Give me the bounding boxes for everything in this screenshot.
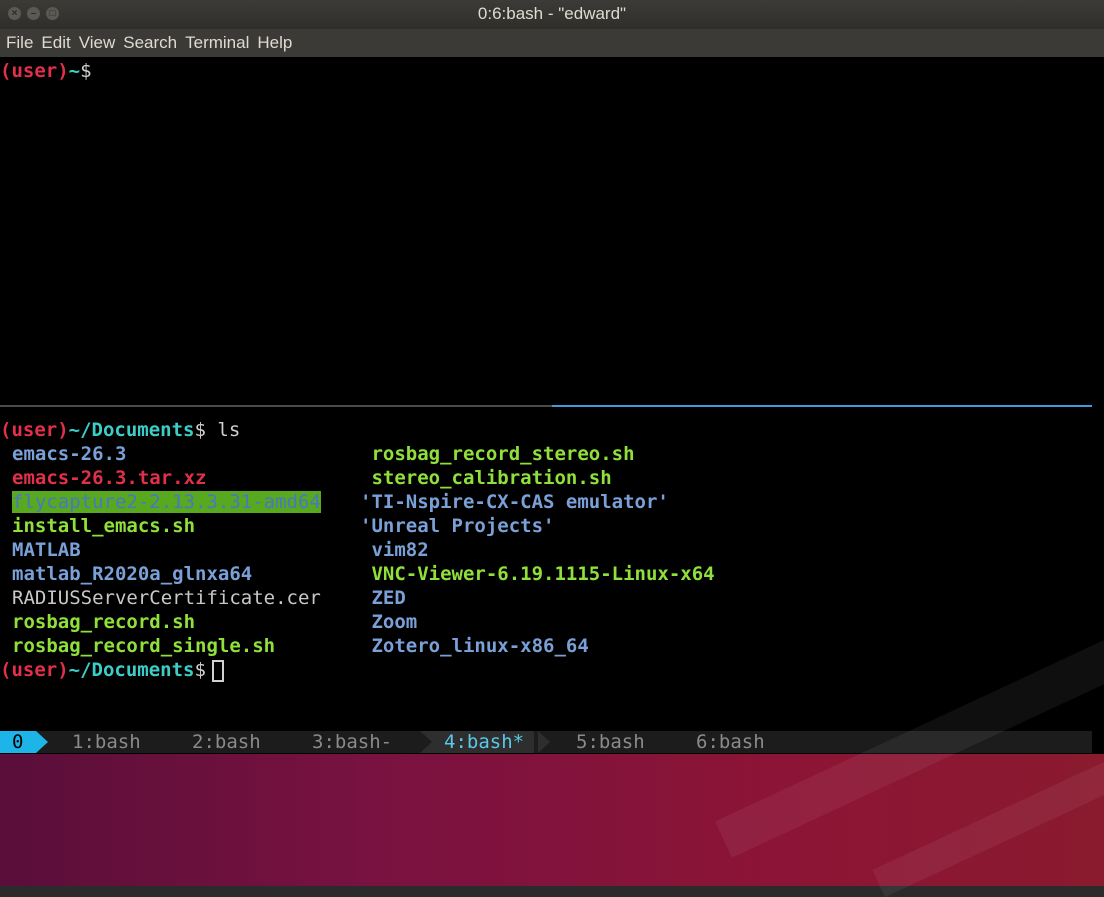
file-entry: Zoom <box>360 610 417 634</box>
file-entry: Zotero_linux-x86_64 <box>360 634 589 658</box>
file-name: stereo_calibration.sh <box>360 467 612 489</box>
desktop-background <box>0 610 1104 897</box>
tmux-window-tab[interactable]: 4:bash* <box>420 731 535 753</box>
terminal-area[interactable]: (user)~$ (user)~/Documents$ ls emacs-26.… <box>0 57 1104 754</box>
menu-view[interactable]: View <box>73 33 116 53</box>
file-entry: rosbag_record_single.sh <box>12 634 275 658</box>
file-entry: VNC-Viewer-6.19.1115-Linux-x64 <box>360 562 715 586</box>
file-name: flycapture2-2.13.3.31-amd64 <box>12 491 321 513</box>
pane-divider[interactable] <box>0 405 552 407</box>
file-name: install_emacs.sh <box>12 515 196 537</box>
file-name: rosbag_record_single.sh <box>12 635 276 657</box>
prompt-path: ~ <box>68 60 81 82</box>
file-name: Zotero_linux-x86_64 <box>360 635 589 657</box>
file-name: MATLAB <box>12 539 81 561</box>
command-text: ls <box>205 419 241 441</box>
file-name: matlab_R2020a_glnxa64 <box>12 563 253 585</box>
file-entry: ZED <box>360 586 406 610</box>
top-pane-prompt: (user)~$ <box>0 59 92 83</box>
file-name: rosbag_record_stereo.sh <box>360 443 635 465</box>
file-entry: 'Unreal Projects' <box>360 514 554 538</box>
tmux-window-tab[interactable]: 5:bash <box>576 731 645 753</box>
menu-search[interactable]: Search <box>117 33 177 53</box>
session-badge: 0 <box>0 731 36 753</box>
prompt-path: ~/Documents <box>68 659 195 681</box>
ls-command-line: (user)~/Documents$ ls <box>0 418 240 442</box>
menu-edit[interactable]: Edit <box>35 33 70 53</box>
file-entry: emacs-26.3 <box>12 442 126 466</box>
file-name: RADIUSServerCertificate.cer <box>12 587 321 609</box>
pane-divider-active[interactable] <box>552 405 1092 407</box>
tmux-window-tab[interactable]: 6:bash <box>696 731 765 753</box>
prompt-symbol: $ <box>194 419 206 441</box>
menu-bar: File Edit View Search Terminal Help <box>0 29 1104 57</box>
session-arrow <box>36 731 48 753</box>
active-tab-arrow-left <box>420 731 432 753</box>
current-prompt-line[interactable]: (user)~/Documents$ <box>0 658 224 682</box>
file-entry: 'TI-Nspire-CX-CAS emulator' <box>360 490 669 514</box>
tmux-window-tab[interactable]: 3:bash- <box>312 731 392 753</box>
text-cursor <box>211 659 224 682</box>
file-name: Zoom <box>360 611 418 633</box>
prompt-user: (user) <box>0 60 69 82</box>
active-tab-arrow-right <box>538 731 550 753</box>
file-name: rosbag_record.sh <box>12 611 196 633</box>
file-entry: emacs-26.3.tar.xz <box>12 466 206 490</box>
file-name: vim82 <box>360 539 429 561</box>
file-name: ZED <box>360 587 406 609</box>
file-entry: install_emacs.sh <box>12 514 195 538</box>
menu-file[interactable]: File <box>0 33 33 53</box>
prompt-user: (user) <box>0 659 69 681</box>
prompt-symbol: $ <box>80 60 92 82</box>
file-entry: rosbag_record.sh <box>12 610 195 634</box>
file-name: 'Unreal Projects' <box>360 515 555 537</box>
menu-terminal[interactable]: Terminal <box>179 33 249 53</box>
prompt-path: ~/Documents <box>68 419 195 441</box>
file-entry: flycapture2-2.13.3.31-amd64 <box>12 490 321 514</box>
file-entry: MATLAB <box>12 538 81 562</box>
title-bar: × – □ 0:6:bash - "edward" <box>0 0 1104 29</box>
prompt-symbol: $ <box>194 659 206 681</box>
file-entry: stereo_calibration.sh <box>360 466 612 490</box>
prompt-user: (user) <box>0 419 69 441</box>
tmux-window-tab[interactable]: 2:bash <box>192 731 261 753</box>
file-entry: matlab_R2020a_glnxa64 <box>12 562 252 586</box>
file-name: 'TI-Nspire-CX-CAS emulator' <box>360 491 669 513</box>
tmux-window-tab[interactable]: 1:bash <box>72 731 141 753</box>
file-entry: rosbag_record_stereo.sh <box>360 442 635 466</box>
file-name: emacs-26.3.tar.xz <box>12 467 207 489</box>
file-entry: vim82 <box>360 538 429 562</box>
file-name: emacs-26.3 <box>12 443 127 465</box>
file-entry: RADIUSServerCertificate.cer <box>12 586 321 610</box>
file-name: VNC-Viewer-6.19.1115-Linux-x64 <box>360 563 715 585</box>
window-title: 0:6:bash - "edward" <box>477 4 627 23</box>
menu-help[interactable]: Help <box>251 33 292 53</box>
